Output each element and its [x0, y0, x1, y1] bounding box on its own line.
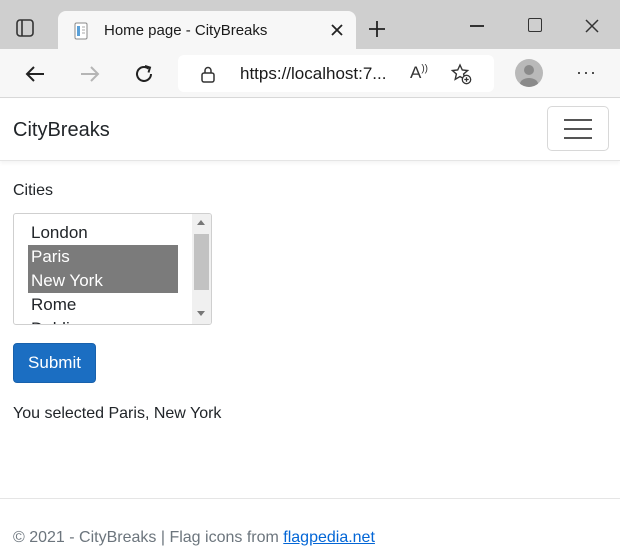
scrollbar-thumb[interactable]: [194, 234, 209, 290]
profile-avatar[interactable]: [515, 59, 543, 87]
read-aloud-icon[interactable]: A)): [410, 63, 428, 83]
more-options-icon[interactable]: ···: [576, 63, 597, 81]
browser-tab[interactable]: Home page - CityBreaks: [58, 11, 356, 49]
hamburger-icon: [564, 128, 592, 130]
brand-link[interactable]: CityBreaks: [13, 119, 110, 142]
browser-tab-strip: Home page - CityBreaks: [0, 0, 620, 49]
tab-title: Home page - CityBreaks: [104, 22, 268, 39]
option-london[interactable]: London: [28, 221, 178, 245]
navbar-toggler-button[interactable]: [547, 106, 609, 151]
minimize-window-icon[interactable]: [470, 25, 484, 27]
address-bar[interactable]: https://localhost:7... A)): [178, 55, 494, 92]
listbox-scrollbar[interactable]: [192, 214, 211, 324]
hamburger-icon: [564, 119, 592, 121]
scroll-down-icon[interactable]: [197, 311, 205, 316]
back-arrow-icon[interactable]: [24, 63, 46, 85]
new-tab-icon[interactable]: [368, 20, 386, 38]
site-navbar: CityBreaks: [0, 99, 620, 161]
selection-result-text: You selected Paris, New York: [13, 405, 222, 422]
footer-text: © 2021 - CityBreaks | Flag icons from: [13, 529, 284, 546]
close-tab-icon[interactable]: [328, 21, 346, 39]
submit-button[interactable]: Submit: [13, 343, 96, 383]
option-dublin[interactable]: Dublin: [28, 317, 178, 324]
option-new-york[interactable]: New York: [28, 269, 178, 293]
hamburger-icon: [564, 137, 592, 139]
footer-divider: [0, 498, 620, 499]
add-favorite-icon[interactable]: [450, 63, 472, 85]
option-paris[interactable]: Paris: [28, 245, 178, 269]
cities-select[interactable]: London Paris New York Rome Dublin: [13, 213, 212, 325]
refresh-icon[interactable]: [133, 63, 155, 85]
tab-actions-icon[interactable]: [14, 17, 36, 39]
option-rome[interactable]: Rome: [28, 293, 178, 317]
cities-label: Cities: [13, 182, 54, 199]
close-window-icon[interactable]: [584, 18, 600, 34]
forward-arrow-icon[interactable]: [79, 63, 101, 85]
url-text[interactable]: https://localhost:7...: [240, 64, 386, 84]
footer: © 2021 - CityBreaks | Flag icons from fl…: [13, 529, 375, 547]
scroll-up-icon[interactable]: [197, 220, 205, 225]
flagpedia-link[interactable]: flagpedia.net: [283, 529, 375, 546]
maximize-window-icon[interactable]: [528, 18, 542, 32]
lock-icon[interactable]: [200, 65, 216, 83]
page-favicon-icon: [72, 22, 90, 40]
browser-toolbar: https://localhost:7... A)) ···: [0, 49, 620, 98]
